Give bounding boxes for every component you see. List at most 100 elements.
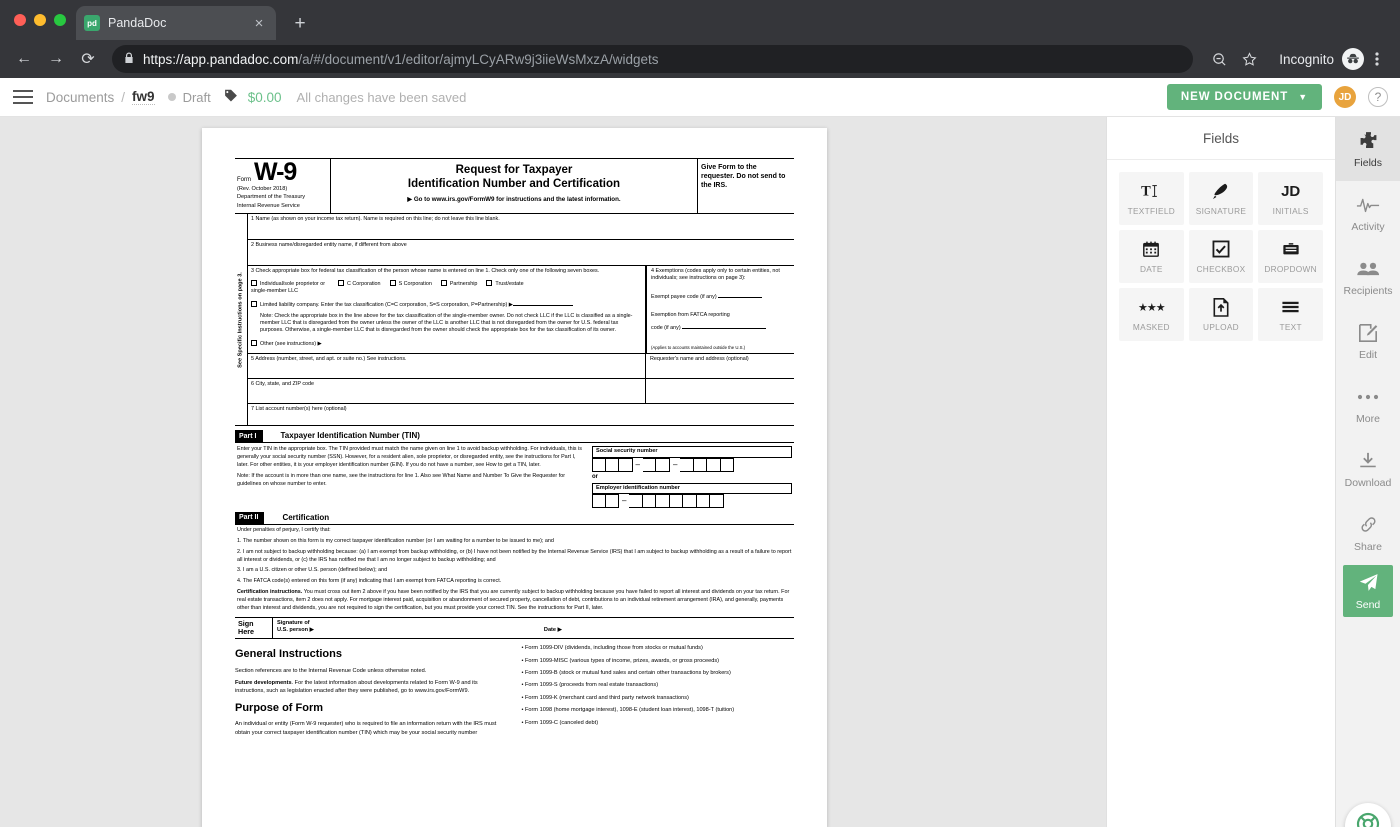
ssn-cell[interactable] — [605, 457, 619, 472]
fatca-input[interactable] — [682, 324, 767, 330]
ssn-cell[interactable] — [642, 457, 657, 472]
checkbox-s-corp[interactable]: S Corporation — [389, 280, 432, 288]
llc-input-line[interactable] — [512, 301, 573, 307]
ssn-cell[interactable] — [680, 457, 694, 472]
rail-item-label: Edit — [1358, 348, 1378, 361]
ssn-cell[interactable] — [707, 457, 721, 472]
pulse-icon — [1356, 194, 1380, 216]
new-document-label: NEW DOCUMENT — [1180, 91, 1289, 103]
cert-instructions-text: You must cross out item 2 above if you h… — [237, 589, 790, 611]
field-tile-checkbox[interactable]: CHECKBOX — [1188, 230, 1254, 283]
kebab-menu-icon[interactable] — [1366, 51, 1388, 67]
exempt-payee-input[interactable] — [718, 293, 763, 299]
address-bar[interactable]: https://app.pandadoc.com/a/#/document/v1… — [112, 45, 1194, 73]
fatca-row[interactable]: code (if any) — [651, 324, 790, 332]
checkbox-icon[interactable] — [440, 280, 447, 287]
ein-cell[interactable] — [629, 493, 643, 508]
window-controls[interactable] — [14, 14, 66, 26]
reload-icon[interactable]: ⟳ — [74, 45, 102, 73]
ein-cell[interactable] — [683, 493, 697, 508]
checkbox-icon[interactable] — [389, 280, 396, 287]
search-minus-icon[interactable] — [1205, 45, 1233, 73]
form-line-7[interactable]: 7 List account number(s) here (optional) — [248, 404, 794, 425]
rail-item-more[interactable]: More — [1336, 373, 1400, 437]
ssn-dash: – — [672, 459, 678, 469]
ein-cell[interactable] — [669, 493, 684, 508]
ein-cell[interactable] — [656, 493, 670, 508]
link-chain-icon — [1359, 514, 1378, 536]
ein-cell[interactable] — [696, 493, 711, 508]
close-tab-icon[interactable]: × — [250, 16, 268, 31]
document-name[interactable]: fw9 — [132, 89, 155, 105]
form-line-5[interactable]: 5 Address (number, street, and apt. or s… — [248, 354, 646, 379]
ssn-cells[interactable]: – – — [592, 457, 792, 472]
signature-area[interactable]: Signature of U.S. person ▶ Date ▶ — [273, 618, 794, 639]
field-tile-textfield[interactable]: T TEXTFIELD — [1119, 172, 1184, 225]
new-tab-button[interactable]: + — [288, 14, 312, 33]
ein-cell[interactable] — [605, 493, 619, 508]
ssn-cell[interactable] — [720, 457, 735, 472]
minimize-window-button[interactable] — [34, 14, 46, 26]
ein-cell[interactable] — [642, 493, 657, 508]
field-tile-signature[interactable]: SIGNATURE — [1188, 172, 1254, 225]
forward-icon[interactable]: → — [42, 45, 70, 73]
field-tile-date[interactable]: DATE — [1119, 230, 1184, 283]
rail-item-download[interactable]: Download — [1336, 437, 1400, 501]
field-tile-dropdown[interactable]: DROPDOWN — [1258, 230, 1323, 283]
browser-tab[interactable]: pd PandaDoc × — [76, 6, 276, 40]
rail-item-activity[interactable]: Activity — [1336, 181, 1400, 245]
ssn-cell[interactable] — [693, 457, 708, 472]
ein-cells[interactable]: – — [592, 493, 792, 508]
incognito-avatar-icon[interactable] — [1342, 48, 1364, 70]
requester-address-area[interactable] — [646, 379, 794, 403]
checkbox-other[interactable]: Other (see instructions) ▶ — [251, 339, 642, 348]
checkbox-individual[interactable]: Individual/sole proprietor or single-mem… — [251, 280, 329, 295]
field-tile-label: DATE — [1139, 264, 1163, 274]
document-page[interactable]: Form W-9 (Rev. October 2018) Department o… — [202, 128, 827, 827]
ssn-cell[interactable] — [619, 457, 633, 472]
checkbox-icon[interactable] — [251, 301, 257, 308]
checkbox-trust[interactable]: Trust/estate — [486, 280, 524, 288]
help-widget-button[interactable] — [1345, 803, 1391, 827]
document-canvas[interactable]: Form W-9 (Rev. October 2018) Department o… — [0, 117, 1106, 827]
checkbox-icon[interactable] — [251, 280, 257, 287]
checkbox-c-corp[interactable]: C Corporation — [338, 280, 381, 288]
close-window-button[interactable] — [14, 14, 26, 26]
avatar[interactable]: JD — [1334, 86, 1356, 108]
rail-item-share[interactable]: Share — [1336, 501, 1400, 565]
price-tag-icon[interactable] — [224, 89, 237, 105]
checkbox-llc[interactable]: Limited liability company. Enter the tax… — [251, 301, 642, 309]
checkbox-icon[interactable] — [251, 339, 257, 346]
star-icon[interactable] — [1235, 45, 1263, 73]
breadcrumb-documents[interactable]: Documents — [46, 90, 114, 105]
ssn-cell[interactable] — [592, 457, 606, 472]
checkbox-partnership[interactable]: Partnership — [440, 280, 477, 288]
form-bullet: • Form 1099-S (proceeds from real estate… — [521, 682, 659, 689]
hamburger-icon[interactable] — [0, 90, 46, 104]
form-line-1[interactable]: 1 Name (as shown on your income tax retu… — [248, 214, 794, 241]
ssn-cell[interactable] — [656, 457, 670, 472]
rail-item-send[interactable]: Send — [1343, 565, 1393, 617]
field-tile-label: DROPDOWN — [1264, 264, 1317, 274]
field-tile-masked[interactable]: ★★★ MASKED — [1119, 288, 1184, 341]
maximize-window-button[interactable] — [54, 14, 66, 26]
help-icon[interactable]: ? — [1368, 87, 1388, 107]
field-tile-label: TEXTFIELD — [1127, 206, 1176, 216]
rail-item-recipients[interactable]: Recipients — [1336, 245, 1400, 309]
checkbox-icon[interactable] — [486, 280, 493, 287]
field-tile-initials[interactable]: JD INITIALS — [1258, 172, 1323, 225]
field-tile-text[interactable]: TEXT — [1258, 288, 1323, 341]
chevron-down-icon[interactable]: ▼ — [1298, 92, 1308, 102]
rail-item-fields[interactable]: Fields — [1336, 117, 1400, 181]
ein-cell[interactable] — [710, 493, 724, 508]
form-header-title: Request for Taxpayer Identification Numb… — [331, 159, 698, 214]
form-line-2[interactable]: 2 Business name/disregarded entity name,… — [248, 240, 794, 267]
back-icon[interactable]: ← — [10, 45, 38, 73]
ein-cell[interactable] — [592, 493, 606, 508]
field-tile-upload[interactable]: UPLOAD — [1188, 288, 1254, 341]
checkbox-icon[interactable] — [338, 280, 344, 287]
form-line-6[interactable]: 6 City, state, and ZIP code — [248, 379, 646, 404]
rail-item-edit[interactable]: Edit — [1336, 309, 1400, 373]
new-document-button[interactable]: NEW DOCUMENT ▼ — [1166, 84, 1322, 110]
exempt-payee-row[interactable]: Exempt payee code (if any) — [651, 293, 790, 301]
